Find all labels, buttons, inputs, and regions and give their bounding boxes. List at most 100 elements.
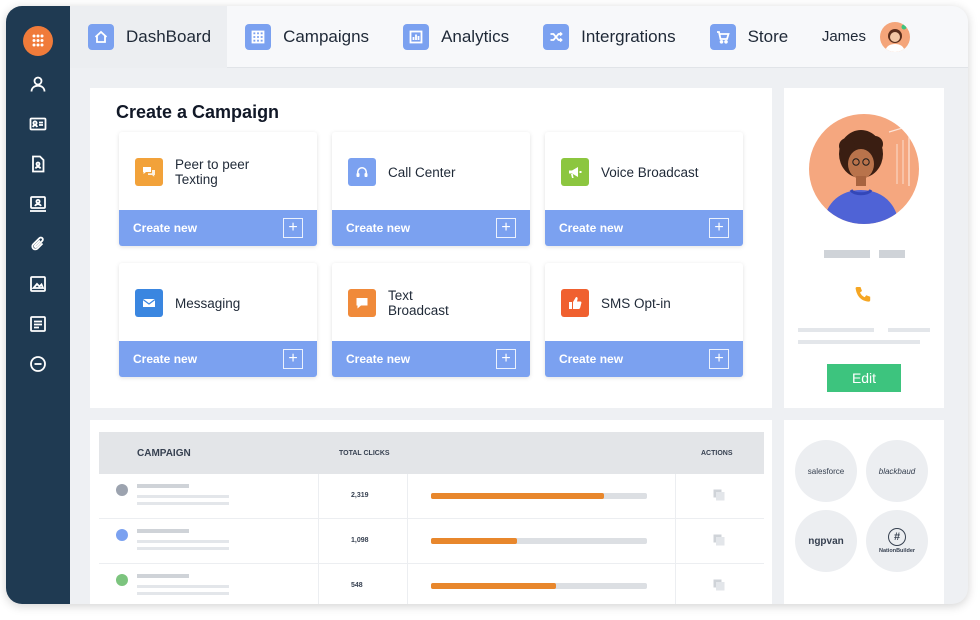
user-icon[interactable]: [26, 72, 50, 96]
plus-icon: +: [283, 218, 303, 238]
card-sms-opt-in[interactable]: SMS Opt-in Create new +: [545, 263, 743, 377]
tab-dashboard[interactable]: DashBoard: [70, 6, 228, 68]
create-new-button[interactable]: Create new +: [119, 210, 317, 246]
profile-illustration: [823, 125, 910, 224]
progress-fill: [431, 493, 604, 499]
card-label: Text Broadcast: [388, 288, 449, 318]
grid-icon: [245, 23, 272, 50]
user-name: James: [821, 28, 866, 45]
name-placeholder-bar: [824, 250, 870, 258]
user-menu[interactable]: James: [821, 21, 910, 52]
create-new-button[interactable]: Create new +: [332, 210, 530, 246]
logo[interactable]: [23, 26, 53, 56]
profile-panel: Edit: [784, 88, 944, 408]
clicks-value: 1,098: [351, 537, 369, 544]
table-row[interactable]: 1,098: [99, 519, 764, 564]
envelope-icon: [135, 289, 163, 317]
clicks-value: 2,319: [351, 492, 369, 499]
campaign-detail-placeholder: [137, 540, 229, 543]
copy-icon[interactable]: [713, 579, 725, 591]
tab-label: Store: [747, 26, 789, 46]
copy-icon[interactable]: [713, 534, 725, 546]
partner-ngpvan[interactable]: ngpvan: [795, 510, 857, 572]
partner-salesforce[interactable]: salesforce: [795, 440, 857, 502]
top-nav: DashBoard Campaigns Analytics Intergrati…: [70, 6, 968, 68]
tab-integrations[interactable]: Intergrations: [525, 6, 692, 68]
shuffle-icon: [543, 23, 570, 50]
phone-icon: [855, 287, 871, 302]
minus-circle-icon[interactable]: [26, 352, 50, 376]
card-label: Voice Broadcast: [601, 164, 699, 180]
sidebar: [6, 6, 70, 604]
card-voice-broadcast[interactable]: Voice Broadcast Create new +: [545, 132, 743, 246]
card-call-center[interactable]: Call Center Create new +: [332, 132, 530, 246]
header-actions: ACTIONS: [701, 449, 733, 457]
campaign-name-placeholder: [137, 574, 189, 578]
section-title: Create a Campaign: [116, 102, 280, 122]
tab-label: Campaigns: [283, 26, 370, 46]
edit-button[interactable]: Edit: [827, 364, 901, 392]
bar-chart-icon: [403, 23, 430, 50]
create-new-button[interactable]: Create new +: [545, 341, 743, 377]
status-dot: [116, 574, 128, 586]
tab-label: Analytics: [441, 26, 510, 46]
click-progress-bar: [431, 583, 647, 589]
campaign-detail-placeholder: [137, 495, 229, 498]
card-label: SMS Opt-in: [601, 295, 671, 311]
campaign-name-placeholder: [137, 484, 189, 488]
tab-analytics[interactable]: Analytics: [385, 6, 525, 68]
plus-icon: +: [283, 349, 303, 369]
contact-card-icon[interactable]: [26, 112, 50, 136]
info-placeholder-bar: [888, 328, 930, 332]
progress-fill: [431, 583, 557, 589]
campaign-table: CAMPAIGN TOTAL CLICKS ACTIONS 2,319 1,09…: [99, 432, 764, 604]
partner-logo-text: NationBuilder: [878, 548, 916, 554]
campaign-detail-placeholder: [137, 592, 229, 595]
header-campaign: CAMPAIGN: [137, 447, 191, 459]
click-progress-bar: [431, 538, 647, 544]
create-new-button[interactable]: Create new +: [545, 210, 743, 246]
card-label: Peer to peer Texting: [175, 157, 250, 187]
image-icon[interactable]: [26, 272, 50, 296]
create-new-label: Create new: [346, 352, 411, 366]
thumbs-up-icon: [561, 289, 589, 317]
create-new-label: Create new: [133, 221, 198, 235]
create-new-button[interactable]: Create new +: [119, 341, 317, 377]
form-icon[interactable]: [26, 312, 50, 336]
table-header: CAMPAIGN TOTAL CLICKS ACTIONS: [99, 432, 764, 474]
create-new-button[interactable]: Create new +: [332, 341, 530, 377]
card-peer-to-peer[interactable]: Peer to peer Texting Create new +: [119, 132, 317, 246]
partner-blackbaud[interactable]: blackbaud: [866, 440, 928, 502]
document-icon[interactable]: [26, 152, 50, 176]
create-new-label: Create new: [133, 352, 198, 366]
table-row[interactable]: 2,319: [99, 474, 764, 519]
attachment-icon[interactable]: [26, 232, 50, 256]
create-new-label: Create new: [346, 221, 411, 235]
partner-nationbuilder[interactable]: # NationBuilder: [866, 510, 928, 572]
card-messaging[interactable]: Messaging Create new +: [119, 263, 317, 377]
create-campaign-panel: Create a Campaign Peer to peer Texting C…: [90, 88, 772, 408]
info-placeholder-bar: [798, 340, 920, 344]
table-row[interactable]: 548: [99, 564, 764, 604]
partner-logo-text: ngpvan: [808, 535, 844, 547]
click-progress-bar: [431, 493, 647, 499]
plus-icon: +: [496, 349, 516, 369]
campaign-detail-placeholder: [137, 502, 229, 505]
name-placeholder-bar: [879, 250, 905, 258]
avatar[interactable]: [880, 21, 910, 52]
card-text-broadcast[interactable]: Text Broadcast Create new +: [332, 263, 530, 377]
tab-label: Intergrations: [581, 26, 676, 46]
header-total-clicks: TOTAL CLICKS: [339, 449, 390, 457]
tab-store[interactable]: Store: [692, 6, 805, 68]
copy-icon[interactable]: [713, 489, 725, 501]
user-avatar-illustration: [885, 24, 907, 52]
megaphone-icon: [561, 158, 589, 186]
clicks-value: 548: [351, 582, 363, 589]
plus-icon: +: [709, 218, 729, 238]
tab-campaigns[interactable]: Campaigns: [227, 6, 385, 68]
campaign-table-panel: CAMPAIGN TOTAL CLICKS ACTIONS 2,319 1,09…: [90, 420, 772, 604]
monitor-icon[interactable]: [26, 192, 50, 216]
status-dot: [116, 484, 128, 496]
headset-icon: [348, 158, 376, 186]
chat-bubbles-icon: [135, 158, 163, 186]
